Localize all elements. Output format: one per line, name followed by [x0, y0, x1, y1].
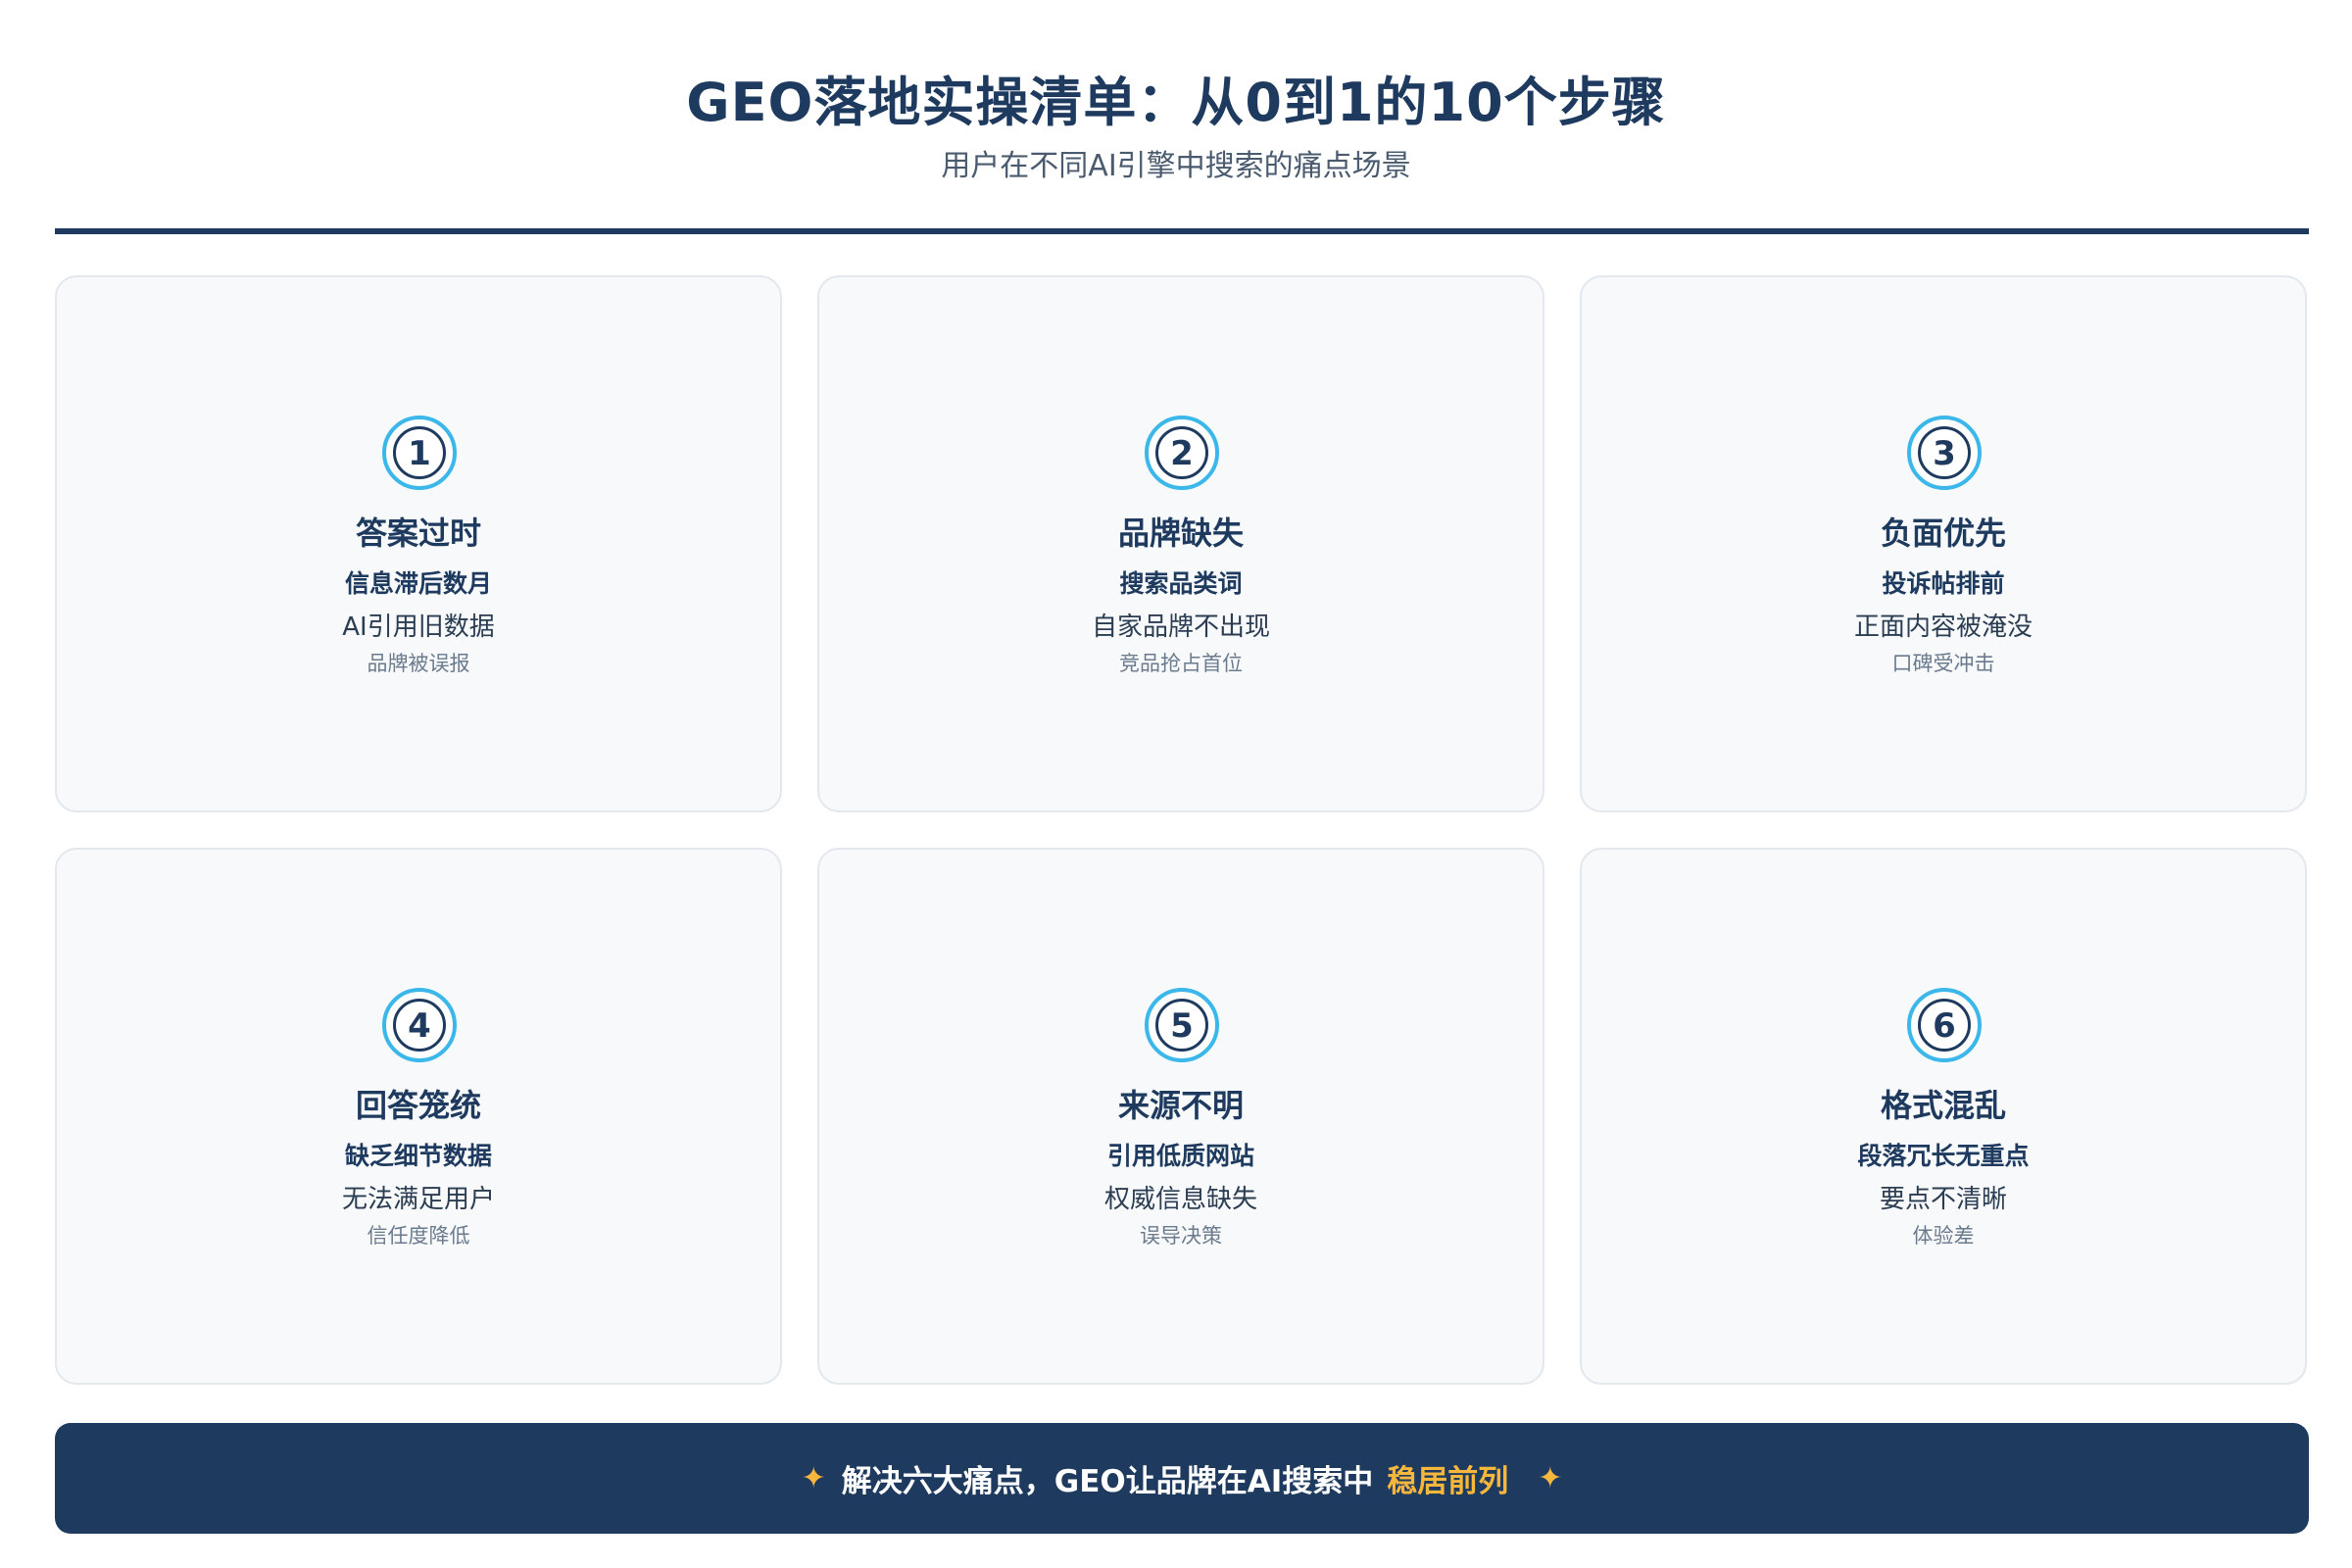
card-title: 来源不明: [1117, 1087, 1244, 1124]
card-title: 品牌缺失: [1117, 514, 1244, 552]
step-number-badge: 2: [1145, 416, 1219, 490]
card-subtitle: 引用低质网站: [1106, 1142, 1254, 1170]
pain-point-card-5: 5 来源不明 引用低质网站 权威信息缺失 误导决策: [817, 848, 1544, 1385]
card-note: 体验差: [1912, 1224, 1975, 1248]
pain-point-card-6: 6 格式混乱 段落冗长无重点 要点不清晰 体验差: [1580, 848, 2307, 1385]
card-description: AI引用旧数据: [342, 612, 495, 642]
sparkle-icon: ✦: [801, 1461, 826, 1495]
pain-point-card-1: 1 答案过时 信息滞后数月 AI引用旧数据 品牌被误报: [55, 275, 782, 812]
card-title: 答案过时: [355, 514, 481, 552]
card-description: 无法满足用户: [341, 1185, 495, 1214]
page-title: GEO落地实操清单：从0到1的10个步骤: [686, 72, 1666, 133]
card-title: 格式混乱: [1880, 1087, 2006, 1124]
card-description: 自家品牌不出现: [1091, 612, 1270, 642]
card-note: 口碑受冲击: [1891, 652, 1995, 675]
pain-point-card-3: 3 负面优先 投诉帖排前 正面内容被淹没 口碑受冲击: [1580, 275, 2307, 812]
card-title: 回答笼统: [355, 1087, 481, 1124]
step-number-badge: 6: [1907, 988, 1982, 1062]
pain-point-card-2: 2 品牌缺失 搜索品类词 自家品牌不出现 竞品抢占首位: [817, 275, 1544, 812]
card-description: 要点不清晰: [1879, 1185, 2007, 1214]
page-subtitle: 用户在不同AI引擎中搜索的痛点场景: [941, 149, 1411, 183]
card-note: 竞品抢占首位: [1119, 652, 1243, 675]
card-subtitle: 搜索品类词: [1119, 569, 1243, 598]
card-note: 误导决策: [1140, 1224, 1222, 1248]
card-subtitle: 投诉帖排前: [1882, 569, 2005, 598]
summary-banner: ✦ 解决六大痛点，GEO让品牌在AI搜索中 稳居前列 ✦: [55, 1423, 2309, 1534]
step-number-badge: 3: [1907, 416, 1982, 490]
card-description: 权威信息缺失: [1103, 1185, 1257, 1214]
card-subtitle: 缺乏细节数据: [344, 1142, 492, 1170]
card-description: 正面内容被淹没: [1853, 612, 2033, 642]
step-number-badge: 1: [382, 416, 457, 490]
header-divider: [55, 228, 2309, 234]
step-number-badge: 4: [382, 988, 457, 1062]
card-subtitle: 段落冗长无重点: [1857, 1142, 2030, 1170]
banner-highlight: 稳居前列: [1387, 1464, 1509, 1499]
banner-text: 解决六大痛点，GEO让品牌在AI搜索中: [841, 1464, 1374, 1499]
step-number-badge: 5: [1145, 988, 1219, 1062]
pain-point-card-4: 4 回答笼统 缺乏细节数据 无法满足用户 信任度降低: [55, 848, 782, 1385]
card-note: 信任度降低: [367, 1224, 470, 1248]
sparkle-icon: ✦: [1538, 1461, 1563, 1495]
card-title: 负面优先: [1880, 514, 2006, 552]
card-note: 品牌被误报: [367, 652, 470, 675]
card-subtitle: 信息滞后数月: [344, 569, 492, 598]
pain-point-grid: 1 答案过时 信息滞后数月 AI引用旧数据 品牌被误报 2 品牌缺失 搜索品类词…: [55, 275, 2309, 1389]
